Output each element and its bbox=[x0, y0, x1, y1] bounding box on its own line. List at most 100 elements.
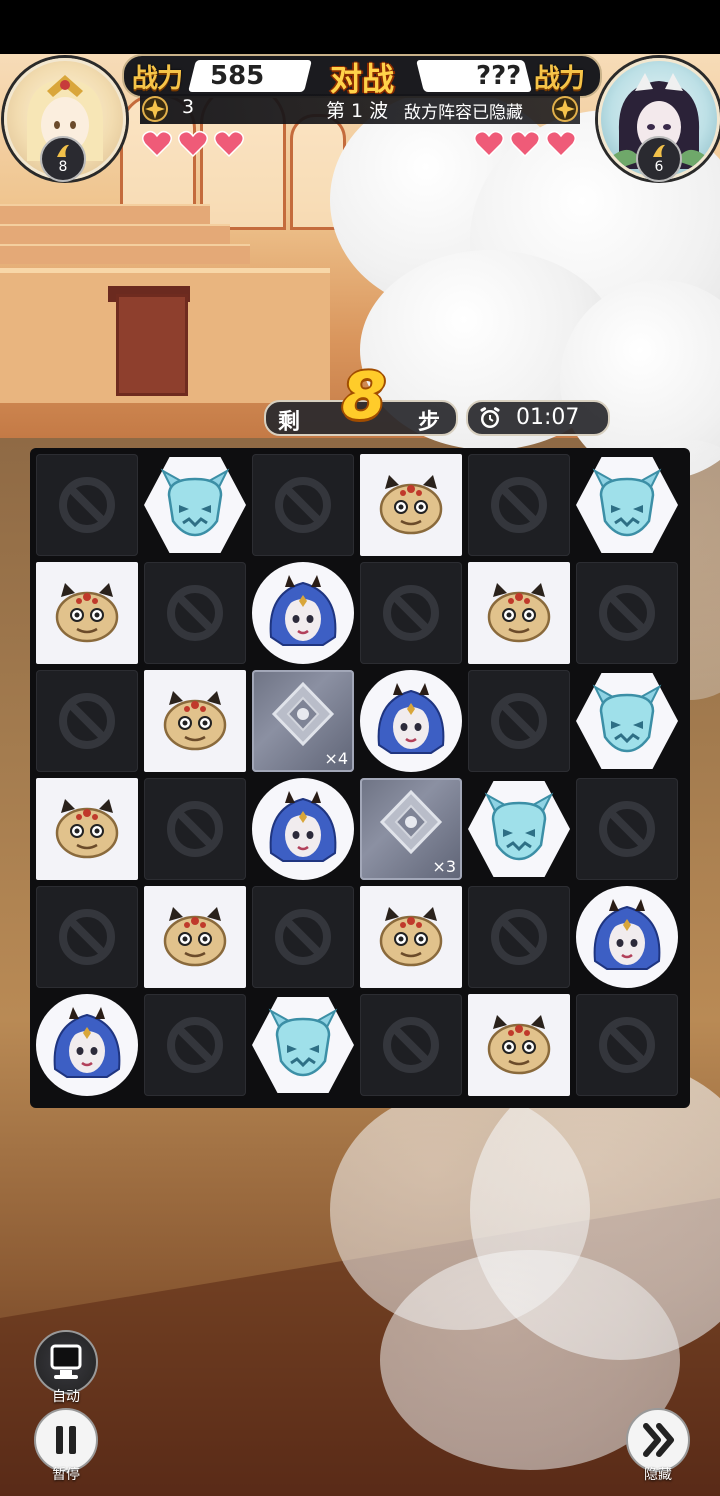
dragon-tile[interactable] bbox=[468, 778, 570, 880]
hide-icon-wrap bbox=[626, 1408, 690, 1472]
blocked-cell bbox=[252, 454, 354, 556]
girl-tile[interactable] bbox=[36, 994, 138, 1096]
dragon-face-icon bbox=[155, 465, 235, 549]
blocked-cell bbox=[36, 670, 138, 772]
hide-label: 隐藏 bbox=[644, 1467, 672, 1483]
wave-label: 第 1 波 bbox=[326, 100, 389, 122]
toad-tile[interactable] bbox=[36, 562, 138, 664]
dragon-face-icon bbox=[263, 1005, 343, 1089]
stone-count-label: ×4 bbox=[324, 749, 348, 768]
toad-tile[interactable] bbox=[360, 886, 462, 988]
timer-value: 01:07 bbox=[516, 405, 580, 430]
girl-face-icon bbox=[371, 681, 451, 765]
blocked-cell bbox=[360, 994, 462, 1096]
girl-tile[interactable] bbox=[252, 562, 354, 664]
computer-icon bbox=[50, 1344, 82, 1379]
blocked-cell bbox=[360, 562, 462, 664]
enemy-level: 6 bbox=[654, 159, 664, 175]
toad-face-icon bbox=[479, 573, 559, 657]
heart-icon bbox=[178, 130, 208, 158]
girl-face-icon bbox=[587, 897, 667, 981]
blocked-cell bbox=[468, 454, 570, 556]
player-star-count: 3 bbox=[182, 96, 195, 118]
toad-face-icon bbox=[371, 897, 451, 981]
hud-subbar: 3 第 1 波 敌方阵容已隐藏 bbox=[140, 94, 580, 124]
enemy-power-label: 战力 bbox=[534, 64, 585, 94]
toad-tile[interactable] bbox=[36, 778, 138, 880]
auto-button[interactable]: 自动 bbox=[34, 1330, 98, 1406]
dragon-tile[interactable] bbox=[252, 994, 354, 1096]
stone-cell[interactable]: ×3 bbox=[360, 778, 462, 880]
background-stair bbox=[0, 244, 250, 264]
enemy-hearts bbox=[474, 130, 576, 158]
toad-tile[interactable] bbox=[468, 562, 570, 664]
auto-label: 自动 bbox=[52, 1389, 80, 1405]
toad-face-icon bbox=[479, 1005, 559, 1089]
blocked-cell bbox=[144, 562, 246, 664]
blocked-cell bbox=[576, 778, 678, 880]
podium bbox=[116, 294, 188, 396]
dragon-face-icon bbox=[587, 465, 667, 549]
steps-count: 8 bbox=[341, 360, 387, 434]
toad-face-icon bbox=[47, 573, 127, 657]
double-chevron-right-icon bbox=[643, 1423, 674, 1457]
enemy-level-badge: 6 bbox=[636, 136, 682, 182]
player-power-label: 战力 bbox=[132, 64, 183, 94]
toad-face-icon bbox=[371, 465, 451, 549]
pause-icon bbox=[56, 1426, 76, 1454]
toad-tile[interactable] bbox=[144, 670, 246, 772]
pause-icon-wrap bbox=[34, 1408, 98, 1472]
toad-face-icon bbox=[47, 789, 127, 873]
blocked-cell bbox=[576, 994, 678, 1096]
auto-icon-wrap bbox=[34, 1330, 98, 1394]
girl-face-icon bbox=[263, 573, 343, 657]
enemy-power-value: ??? bbox=[476, 61, 522, 91]
heart-icon bbox=[214, 130, 244, 158]
heart-icon bbox=[474, 130, 504, 158]
game-scene: 战力 585 对战 ??? 战力 3 第 1 波 敌方阵容已隐藏 8 6 剩 步… bbox=[0, 0, 720, 1496]
toad-face-icon bbox=[155, 897, 235, 981]
enemy-hidden-text: 敌方阵容已隐藏 bbox=[404, 103, 523, 123]
battle-timer: 01:07 bbox=[466, 400, 610, 436]
girl-tile[interactable] bbox=[252, 778, 354, 880]
steps-suffix: 步 bbox=[418, 410, 441, 435]
heart-icon bbox=[546, 130, 576, 158]
blocked-cell bbox=[468, 670, 570, 772]
stone-count-label: ×3 bbox=[432, 857, 456, 876]
steps-prefix: 剩 bbox=[278, 410, 301, 435]
dragon-tile[interactable] bbox=[144, 454, 246, 556]
star-icon bbox=[142, 96, 168, 122]
player-level-badge: 8 bbox=[40, 136, 86, 182]
toad-tile[interactable] bbox=[360, 454, 462, 556]
girl-face-icon bbox=[47, 1005, 127, 1089]
dragon-tile[interactable] bbox=[576, 670, 678, 772]
pause-label: 暂停 bbox=[52, 1467, 80, 1483]
girl-face-icon bbox=[263, 789, 343, 873]
hide-button[interactable]: 隐藏 bbox=[626, 1408, 690, 1484]
pause-button[interactable]: 暂停 bbox=[34, 1408, 98, 1484]
blocked-cell bbox=[576, 562, 678, 664]
blocked-cell bbox=[144, 778, 246, 880]
girl-tile[interactable] bbox=[360, 670, 462, 772]
player-hearts bbox=[142, 130, 244, 158]
player-power-value: 585 bbox=[210, 61, 265, 91]
status-bar-area bbox=[0, 0, 720, 54]
blocked-cell bbox=[468, 886, 570, 988]
toad-face-icon bbox=[155, 681, 235, 765]
dragon-face-icon bbox=[479, 789, 559, 873]
alarm-clock-icon bbox=[480, 407, 500, 428]
blocked-cell bbox=[36, 454, 138, 556]
blocked-cell bbox=[252, 886, 354, 988]
stone-cell[interactable]: ×4 bbox=[252, 670, 354, 772]
heart-icon bbox=[142, 130, 172, 158]
dragon-face-icon bbox=[587, 681, 667, 765]
toad-tile[interactable] bbox=[468, 994, 570, 1096]
background-stair bbox=[0, 224, 230, 244]
player-level: 8 bbox=[58, 159, 68, 175]
match-board: ×4 ×3 bbox=[30, 448, 690, 1108]
blocked-cell bbox=[36, 886, 138, 988]
girl-tile[interactable] bbox=[576, 886, 678, 988]
dragon-tile[interactable] bbox=[576, 454, 678, 556]
heart-icon bbox=[510, 130, 540, 158]
toad-tile[interactable] bbox=[144, 886, 246, 988]
